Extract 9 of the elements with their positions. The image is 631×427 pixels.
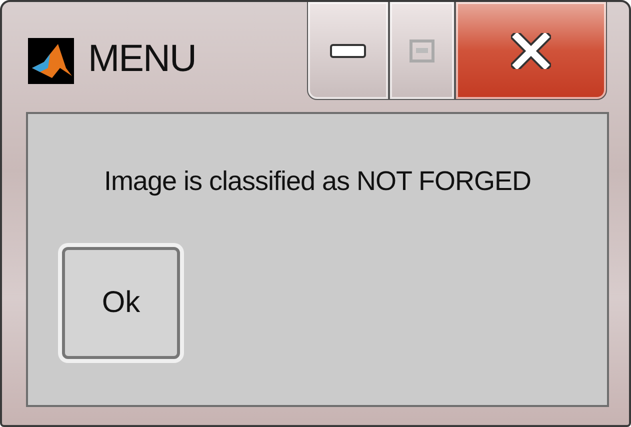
maximize-icon xyxy=(409,38,435,62)
minimize-icon xyxy=(330,44,366,58)
app-icon xyxy=(28,38,74,84)
window-title: MENU xyxy=(88,38,196,81)
maximize-button[interactable] xyxy=(389,2,455,100)
minimize-button[interactable] xyxy=(307,2,389,100)
close-button[interactable] xyxy=(455,2,607,100)
message-text: Image is classified as NOT FORGED xyxy=(102,166,532,197)
close-icon xyxy=(511,32,551,68)
